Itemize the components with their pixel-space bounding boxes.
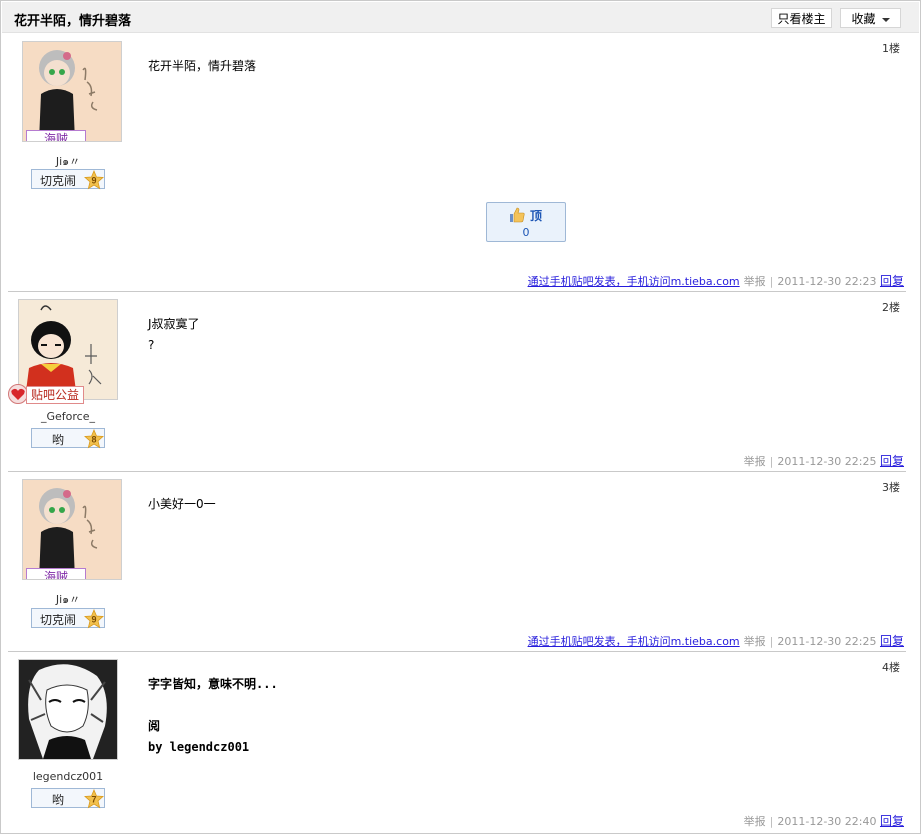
divider: | [769, 815, 774, 828]
reply-link[interactable]: 回复 [880, 274, 904, 288]
content-line [148, 695, 278, 716]
level-label: 哟 [51, 793, 64, 807]
username-link[interactable]: Ji๑〃 [8, 590, 128, 608]
badge-pirate[interactable]: 海贼 [26, 568, 86, 579]
divider: | [769, 635, 774, 648]
level-number: 8 [91, 435, 96, 445]
badge-pirate[interactable]: 海贼 [26, 130, 86, 141]
reply-link[interactable]: 回复 [880, 814, 904, 828]
report-link[interactable]: 举报 [744, 815, 766, 828]
reply-link[interactable]: 回复 [880, 454, 904, 468]
only-author-button[interactable]: 只看楼主 [771, 8, 832, 28]
post-2: 贴吧公益 _Geforce_ 哟 8 2楼 J叔寂寞了 ? 举报 | 2011-12… [8, 292, 906, 470]
avatar-image [19, 300, 117, 399]
favorite-label: 收藏 [851, 12, 876, 26]
level-star-icon: 7 [84, 789, 104, 809]
report-link[interactable]: 举报 [744, 455, 766, 468]
report-link[interactable]: 举报 [744, 635, 766, 648]
avatar-image [23, 42, 121, 141]
thumbs-up-icon [510, 207, 525, 223]
post-footer: 通过手机贴吧发表，手机访问m.tieba.com 举报 | 2011-12-30 22… [528, 272, 904, 289]
content-line: J叔寂寞了 [148, 317, 200, 331]
content-line: ? [148, 338, 155, 352]
level-label: 切克闹 [39, 613, 76, 627]
post-1: 海贼 Ji๑〃 切克闹 9 1楼 花开半陌，情升碧落 顶 0 通过手机贴吧发表，… [8, 32, 906, 290]
favorite-button[interactable]: 收藏 [840, 8, 901, 28]
like-button[interactable]: 顶 0 [486, 202, 566, 242]
level-number: 9 [91, 615, 96, 625]
level-star-icon: 8 [84, 429, 104, 449]
charity-label: 贴吧公益 [26, 386, 85, 404]
avatar[interactable]: 海贼 [22, 479, 122, 580]
heart-icon [8, 384, 28, 404]
avatar-image [23, 480, 121, 579]
content-line: 阅 [148, 719, 161, 733]
post-content: 字字皆知，意味不明... 阅 by legendcz001 [148, 674, 278, 758]
level-badge[interactable]: 切克闹 9 [31, 169, 105, 190]
floor-number: 3楼 [882, 481, 900, 494]
avatar[interactable] [18, 659, 118, 760]
post-time: 2011-12-30 22:25 [777, 635, 877, 648]
via-mobile-link[interactable]: 通过手机贴吧发表，手机访问m.tieba.com [528, 275, 740, 288]
level-star-icon: 9 [84, 170, 104, 190]
chevron-down-icon[interactable] [881, 17, 890, 22]
post-time: 2011-12-30 22:23 [777, 275, 877, 288]
content-line: 小美好一0一 [148, 497, 216, 511]
like-label: 顶 [530, 209, 543, 223]
post-content: 花开半陌，情升碧落 [148, 56, 256, 77]
thread-title: 花开半陌，情升碧落 [14, 14, 132, 29]
content-line: 花开半陌，情升碧落 [148, 59, 257, 73]
level-number: 9 [91, 176, 96, 186]
avatar-image [19, 660, 117, 759]
floor-number: 2楼 [882, 301, 900, 314]
username-link[interactable]: _Geforce_ [8, 410, 128, 423]
post-content: J叔寂寞了 ? [148, 314, 200, 356]
post-footer: 举报 | 2011-12-30 22:40 回复 [744, 812, 904, 829]
post-4: legendcz001 哟 7 4楼 字字皆知，意味不明... 阅 by leg… [8, 652, 906, 830]
via-mobile-link[interactable]: 通过手机贴吧发表，手机访问m.tieba.com [528, 635, 740, 648]
floor-number: 1楼 [882, 42, 900, 55]
thread-header: 花开半陌，情升碧落 只看楼主 收藏 [2, 2, 919, 33]
level-badge[interactable]: 哟 7 [31, 788, 105, 809]
content-line: by legendcz001 [148, 740, 250, 754]
post-footer: 通过手机贴吧发表，手机访问m.tieba.com 举报 | 2011-12-30 22… [528, 632, 904, 649]
post-footer: 举报 | 2011-12-30 22:25 回复 [744, 452, 904, 469]
level-number: 7 [91, 795, 96, 805]
report-link[interactable]: 举报 [744, 275, 766, 288]
post-time: 2011-12-30 22:40 [777, 815, 877, 828]
level-label: 哟 [51, 433, 64, 447]
level-label: 切克闹 [39, 174, 76, 188]
level-star-icon: 9 [84, 609, 104, 629]
avatar[interactable] [18, 299, 118, 400]
reply-link[interactable]: 回复 [880, 634, 904, 648]
post-time: 2011-12-30 22:25 [777, 455, 877, 468]
username-link[interactable]: legendcz001 [8, 770, 128, 783]
level-badge[interactable]: 切克闹 9 [31, 608, 105, 629]
floor-number: 4楼 [882, 661, 900, 674]
divider: | [769, 275, 774, 288]
content-line: 字字皆知，意味不明... [148, 677, 278, 691]
like-count: 0 [522, 226, 530, 239]
level-badge[interactable]: 哟 8 [31, 428, 105, 449]
divider: | [769, 455, 774, 468]
username-link[interactable]: Ji๑〃 [8, 152, 128, 170]
post-3: 海贼 Ji๑〃 切克闹 9 3楼 小美好一0一 通过手机贴吧发表，手机访问m.t… [8, 472, 906, 650]
post-content: 小美好一0一 [148, 494, 216, 515]
avatar[interactable]: 海贼 [22, 41, 122, 142]
